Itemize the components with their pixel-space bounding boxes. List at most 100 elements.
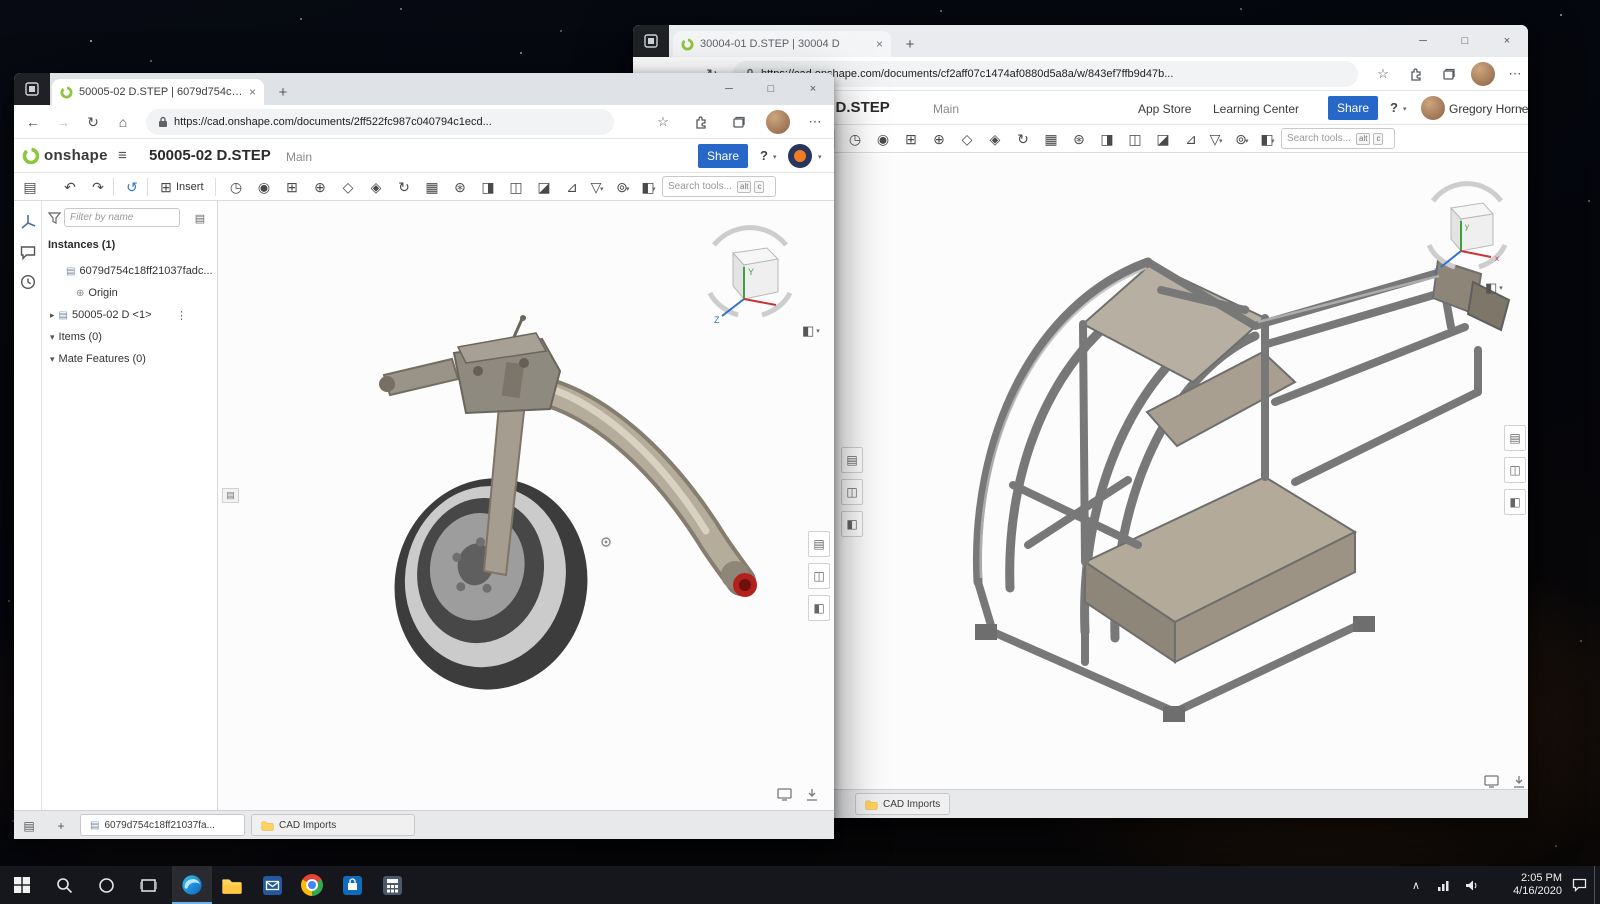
instances-list-icon[interactable]: ▤ bbox=[18, 175, 42, 199]
extensions-icon[interactable] bbox=[1405, 63, 1427, 85]
display-states-icon[interactable]: ◫ bbox=[504, 175, 528, 199]
extensions-icon[interactable] bbox=[690, 111, 712, 133]
explode-icon[interactable]: ⊛ bbox=[1067, 127, 1091, 151]
parts-panel-toggle[interactable]: ◫ bbox=[1504, 457, 1526, 483]
taskbar-edge-icon[interactable] bbox=[172, 866, 212, 904]
search-tools-input[interactable] bbox=[668, 181, 734, 192]
tab-close-icon[interactable]: × bbox=[876, 37, 883, 51]
appearance-panel-toggle[interactable]: ◫ bbox=[841, 479, 863, 505]
tab-cad-imports[interactable]: CAD Imports bbox=[855, 793, 950, 815]
user-avatar[interactable] bbox=[788, 144, 812, 168]
relations-icon[interactable]: ⊕ bbox=[308, 175, 332, 199]
close-button[interactable]: × bbox=[1486, 25, 1528, 57]
help-button[interactable]: ? bbox=[1390, 100, 1398, 115]
render-mode-icon[interactable]: ◧ bbox=[1255, 127, 1279, 151]
display-states-icon[interactable]: ◫ bbox=[1123, 127, 1147, 151]
new-tab-button[interactable]: + bbox=[272, 81, 294, 103]
rotate-icon[interactable]: ↻ bbox=[392, 175, 416, 199]
search-tools-box[interactable]: alt c bbox=[662, 176, 776, 197]
app-store-link[interactable]: App Store bbox=[1138, 102, 1191, 116]
item-menu-icon[interactable]: ⋮ bbox=[176, 309, 187, 322]
minimize-button[interactable]: ─ bbox=[708, 73, 750, 105]
tree-item-origin[interactable]: ⊕ Origin bbox=[42, 283, 217, 303]
instances-panel-toggle[interactable]: ▤ bbox=[841, 447, 863, 473]
performance-icon[interactable] bbox=[774, 786, 794, 802]
render-mode-icon[interactable]: ◧ bbox=[636, 175, 660, 199]
filter-funnel-icon[interactable] bbox=[46, 210, 62, 226]
appearance-icon[interactable]: ⊚ bbox=[610, 175, 634, 199]
browser-tab[interactable]: 30004-01 D.STEP | 30004 D × bbox=[673, 31, 891, 57]
browser-profile-avatar[interactable] bbox=[766, 110, 790, 134]
wheel-assembly-model[interactable] bbox=[354, 313, 774, 703]
export-icon[interactable] bbox=[802, 786, 822, 802]
share-button[interactable]: Share bbox=[698, 144, 748, 168]
insert-label[interactable]: Insert bbox=[176, 181, 204, 193]
search-tools-box[interactable]: alt c bbox=[1281, 128, 1395, 149]
browser-profile-avatar[interactable] bbox=[1471, 62, 1495, 86]
tree-item-document[interactable]: ▤ 6079d754c18ff21037fadc... bbox=[42, 261, 217, 281]
browser-menu-icon[interactable]: ⋯ bbox=[804, 111, 826, 133]
named-views-icon[interactable]: ◨ bbox=[1095, 127, 1119, 151]
search-icon[interactable] bbox=[44, 866, 84, 904]
parts-panel-toggle[interactable]: ◫ bbox=[808, 563, 830, 589]
minimize-button[interactable]: ─ bbox=[1402, 25, 1444, 57]
back-icon[interactable]: ← bbox=[20, 109, 46, 135]
taskbar-mail-icon[interactable] bbox=[252, 866, 292, 904]
address-bar[interactable]: https://cad.onshape.com/documents/2ff522… bbox=[146, 109, 614, 135]
task-view-icon[interactable] bbox=[128, 866, 168, 904]
selection-filter-icon[interactable]: ▽ bbox=[1203, 127, 1227, 151]
tree-item-items[interactable]: ▾ Items (0) bbox=[42, 327, 217, 347]
maximize-button[interactable]: □ bbox=[750, 73, 792, 105]
move-icon[interactable]: ◈ bbox=[364, 175, 388, 199]
share-button[interactable]: Share bbox=[1328, 96, 1378, 120]
taskbar-store-icon[interactable] bbox=[332, 866, 372, 904]
tab-manager-icon[interactable]: ▤ bbox=[20, 817, 38, 835]
collections-icon[interactable] bbox=[728, 111, 750, 133]
tray-chevron-icon[interactable]: ∧ bbox=[1404, 866, 1428, 904]
volume-icon[interactable] bbox=[1460, 866, 1484, 904]
export-icon[interactable] bbox=[1509, 773, 1528, 789]
feature-panel-toggle[interactable]: ▤ bbox=[808, 531, 830, 557]
history-clock-icon[interactable] bbox=[17, 271, 39, 293]
help-button[interactable]: ? bbox=[760, 148, 768, 163]
view-cube[interactable]: y z x bbox=[1421, 173, 1513, 275]
panel-resize-handle[interactable]: ▤ bbox=[222, 488, 239, 503]
bookmark-star-icon[interactable]: ☆ bbox=[1372, 63, 1394, 85]
pattern-icon[interactable]: ▦ bbox=[1039, 127, 1063, 151]
list-view-icon[interactable]: ▤ bbox=[192, 210, 208, 226]
menu-hamburger-icon[interactable]: ≡ bbox=[118, 147, 127, 164]
versions-panel-toggle[interactable]: ◧ bbox=[1504, 489, 1526, 515]
reload-icon[interactable]: ↻ bbox=[80, 109, 106, 135]
action-center-icon[interactable] bbox=[1566, 866, 1592, 904]
taskbar-calculator-icon[interactable] bbox=[372, 866, 412, 904]
update-icon[interactable]: ↺ bbox=[120, 175, 144, 199]
graphics-viewport[interactable]: Y Z ◧ ▾ ▤ ▤ ◫ ◧ bbox=[218, 201, 834, 810]
insert-icon[interactable]: ⊞ bbox=[154, 175, 178, 199]
section-view-icon[interactable]: ◪ bbox=[1151, 127, 1175, 151]
snapshot-icon[interactable]: ◷ bbox=[843, 127, 867, 151]
forward-icon[interactable]: → bbox=[50, 109, 76, 135]
relations-icon[interactable]: ⊕ bbox=[927, 127, 951, 151]
tab-close-icon[interactable]: × bbox=[249, 85, 256, 99]
collapse-chevron-icon[interactable]: ▾ bbox=[50, 332, 55, 343]
tab-part-studio[interactable]: ▤ 6079d754c18ff21037fa... bbox=[80, 814, 245, 836]
title-bar[interactable]: 30004-01 D.STEP | 30004 D × + ─ □ × bbox=[633, 25, 1528, 57]
versions-panel-toggle[interactable]: ◧ bbox=[808, 595, 830, 621]
rotate-icon[interactable]: ↻ bbox=[1011, 127, 1035, 151]
taskbar-clock[interactable]: 2:05 PM 4/16/2020 bbox=[1488, 866, 1564, 904]
filter-input-box[interactable] bbox=[64, 208, 180, 227]
taskbar-file-explorer-icon[interactable] bbox=[212, 866, 252, 904]
browser-tab[interactable]: 50005-02 D.STEP | 6079d754c18ff21... × bbox=[52, 79, 264, 105]
learning-center-link[interactable]: Learning Center bbox=[1213, 102, 1299, 116]
home-icon[interactable]: ⌂ bbox=[110, 109, 136, 135]
undo-icon[interactable]: ↶ bbox=[58, 175, 82, 199]
section-view-icon[interactable]: ◪ bbox=[532, 175, 556, 199]
tree-item-mate-features[interactable]: ▾ Mate Features (0) bbox=[42, 349, 217, 369]
appearance-icon[interactable]: ⊚ bbox=[1229, 127, 1253, 151]
comments-icon[interactable] bbox=[17, 241, 39, 263]
search-tools-input[interactable] bbox=[1287, 133, 1353, 144]
mate-icon[interactable]: ◉ bbox=[252, 175, 276, 199]
configuration-panel-toggle[interactable]: ◧ bbox=[841, 511, 863, 537]
title-bar[interactable]: 50005-02 D.STEP | 6079d754c18ff21... × +… bbox=[14, 73, 834, 105]
group-icon[interactable]: ⊞ bbox=[280, 175, 304, 199]
